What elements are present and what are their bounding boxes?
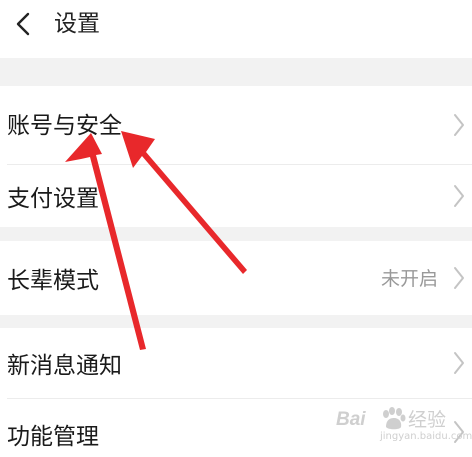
section-gap bbox=[0, 227, 472, 241]
chevron-right-icon bbox=[452, 112, 466, 138]
settings-item-payment[interactable]: 支付设置 bbox=[0, 165, 472, 227]
chevron-right-icon bbox=[452, 183, 466, 209]
settings-item-account-security[interactable]: 账号与安全 bbox=[0, 86, 472, 164]
header-bar: 设置 bbox=[0, 0, 472, 58]
watermark-brand-suffix: 经验 bbox=[408, 409, 447, 431]
elder-mode-status: 未开启 bbox=[380, 268, 438, 290]
section-gap bbox=[0, 58, 472, 86]
settings-item-new-message-notify[interactable]: 新消息通知 bbox=[0, 328, 472, 398]
page-title: 设置 bbox=[54, 11, 100, 37]
settings-screen: 设置 账号与安全 支付设置 长辈模式 未开启 新消息通知 功能管理 Bai 经验… bbox=[0, 0, 472, 457]
baidu-paw-icon bbox=[383, 407, 406, 430]
watermark-url: jingyan.baidu.com bbox=[380, 431, 472, 442]
settings-item-label: 长辈模式 bbox=[7, 268, 99, 294]
settings-item-elder-mode[interactable]: 长辈模式 未开启 bbox=[0, 241, 472, 315]
chevron-right-icon bbox=[452, 350, 466, 376]
settings-item-label: 新消息通知 bbox=[7, 353, 122, 379]
section-gap bbox=[0, 315, 472, 328]
settings-item-label: 功能管理 bbox=[7, 424, 99, 450]
chevron-right-icon bbox=[452, 265, 466, 291]
settings-item-label: 账号与安全 bbox=[7, 113, 122, 139]
back-button[interactable] bbox=[6, 6, 42, 42]
watermark-brand: Bai bbox=[336, 409, 366, 430]
settings-item-label: 支付设置 bbox=[7, 186, 99, 212]
chevron-left-icon bbox=[16, 12, 30, 36]
baidu-watermark: Bai 经验 jingyan.baidu.com bbox=[336, 407, 472, 443]
